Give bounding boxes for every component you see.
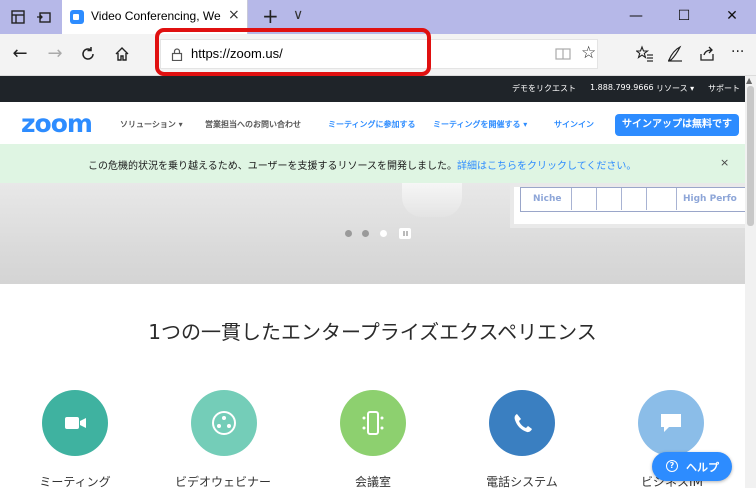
- address-bar-highlight: [155, 28, 431, 76]
- hero-whiteboard-image: Niche High Perfo: [510, 183, 745, 228]
- banner-text: この危機的状況を乗り越えるため、ユーザーを支援するリソースを開発しました。詳細は…: [88, 157, 636, 172]
- hero-cup-image: [402, 183, 462, 217]
- help-button[interactable]: ? ヘルプ: [652, 452, 732, 481]
- minimize-button[interactable]: —: [612, 0, 660, 34]
- zoom-logo[interactable]: zoom: [21, 109, 93, 138]
- banner-message: この危機的状況を乗り越えるため、ユーザーを支援するリソースを開発しました。: [88, 161, 457, 172]
- meetings-label[interactable]: ミーティング: [15, 473, 135, 490]
- web-note-pen-icon[interactable]: [666, 45, 684, 63]
- meetings-product-icon[interactable]: [42, 390, 108, 456]
- back-arrow-icon[interactable]: ←: [9, 43, 31, 65]
- tab-actions-icon[interactable]: [10, 9, 26, 25]
- video-camera-icon: [65, 417, 86, 429]
- share-icon[interactable]: [698, 45, 716, 63]
- sign-in-link[interactable]: サインイン: [554, 119, 594, 130]
- webinar-label[interactable]: ビデオウェビナー: [163, 473, 283, 490]
- more-options-button[interactable]: ···: [731, 44, 744, 60]
- phone-product-icon[interactable]: [489, 390, 555, 456]
- banner-details-link[interactable]: 詳細はこちらをクリックしてください。: [457, 161, 636, 172]
- host-meeting-menu[interactable]: ミーティングを開催する ▾: [433, 119, 527, 130]
- favorites-hub-icon[interactable]: [636, 45, 654, 63]
- carousel-dot-active[interactable]: [380, 230, 387, 237]
- table-divider: [646, 188, 647, 210]
- chat-product-icon[interactable]: [638, 390, 704, 456]
- set-aside-tabs-icon[interactable]: [36, 9, 52, 25]
- zoom-favicon-icon: [70, 10, 84, 24]
- resources-menu[interactable]: リソース ▾: [656, 83, 694, 94]
- section-heading: 1つの一貫したエンタープライズエクスペリエンス: [148, 320, 597, 344]
- rooms-icon: [362, 411, 384, 435]
- utility-strip: デモをリクエスト 1.888.799.9666 リソース ▾ サポート: [0, 76, 745, 102]
- table-divider: [676, 188, 677, 210]
- forward-arrow-icon[interactable]: →: [44, 43, 66, 65]
- chat-icon: [661, 414, 681, 432]
- scrollbar-thumb[interactable]: [747, 86, 754, 226]
- favorite-star-icon[interactable]: ☆: [581, 43, 596, 63]
- webinar-product-icon[interactable]: [191, 390, 257, 456]
- support-link[interactable]: サポート: [708, 83, 740, 94]
- phone-icon: [514, 414, 532, 433]
- rooms-label[interactable]: 会議室: [313, 473, 433, 490]
- request-demo-link[interactable]: デモをリクエスト: [512, 83, 576, 94]
- join-meeting-link[interactable]: ミーティングに参加する: [328, 119, 416, 130]
- table-divider: [621, 188, 622, 210]
- scroll-up-arrow-icon[interactable]: ▲: [746, 76, 752, 85]
- carousel-dot[interactable]: [362, 230, 369, 237]
- refresh-icon[interactable]: [80, 46, 96, 62]
- contact-sales-link[interactable]: 営業担当へのお問い合わせ: [205, 119, 301, 130]
- site-nav: zoom ソリューション ▾ 営業担当へのお問い合わせ ミーティングに参加する …: [0, 102, 745, 144]
- rooms-product-icon[interactable]: [340, 390, 406, 456]
- help-label: ヘルプ: [686, 461, 719, 474]
- whiteboard-label-right: High Perfo: [683, 194, 737, 204]
- signup-free-button[interactable]: サインアップは無料です: [615, 114, 739, 136]
- tab-preview-chevron-icon[interactable]: ∨: [293, 7, 303, 23]
- whiteboard-label-left: Niche: [533, 194, 562, 204]
- whiteboard-table: Niche High Perfo: [520, 187, 745, 212]
- carousel-pause-icon[interactable]: [399, 228, 411, 239]
- table-divider: [571, 188, 572, 210]
- hero-carousel: Niche High Perfo: [0, 183, 745, 284]
- phone-number-link[interactable]: 1.888.799.9666: [590, 83, 654, 92]
- home-icon[interactable]: [114, 46, 130, 62]
- tab-close-button[interactable]: ×: [228, 7, 240, 23]
- webinar-icon: [212, 411, 236, 435]
- reading-view-icon[interactable]: [555, 47, 571, 61]
- maximize-button[interactable]: ☐: [660, 0, 708, 34]
- notice-banner: この危機的状況を乗り越えるため、ユーザーを支援するリソースを開発しました。詳細は…: [0, 144, 745, 183]
- new-tab-button[interactable]: +: [262, 4, 279, 28]
- solutions-menu[interactable]: ソリューション ▾: [120, 119, 183, 130]
- help-question-icon: ?: [666, 460, 678, 472]
- phone-system-label[interactable]: 電話システム: [462, 473, 582, 490]
- tab-title: Video Conferencing, We: [91, 9, 221, 23]
- page-scrollbar[interactable]: ▲: [745, 76, 756, 488]
- window-close-button[interactable]: ✕: [708, 0, 756, 34]
- banner-close-button[interactable]: ×: [720, 156, 729, 169]
- carousel-dot[interactable]: [345, 230, 352, 237]
- table-divider: [596, 188, 597, 210]
